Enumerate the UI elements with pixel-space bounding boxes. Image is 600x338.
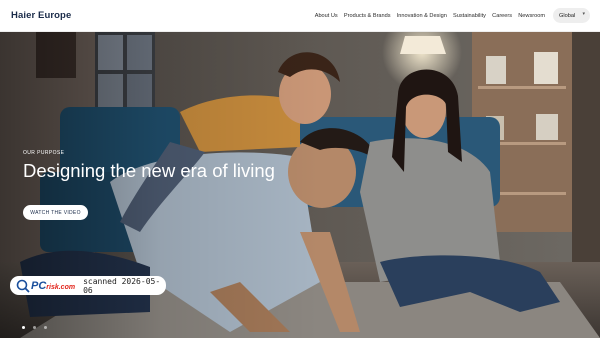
- nav-newsroom[interactable]: Newsroom: [518, 13, 545, 19]
- nav-about-us[interactable]: About Us: [315, 13, 338, 19]
- pcrisk-logo: PC risk.com: [16, 279, 75, 293]
- pcrisk-brand-pc: PC: [31, 279, 47, 292]
- magnifier-icon: [16, 279, 30, 293]
- nav-products-brands[interactable]: Products & Brands: [344, 13, 391, 19]
- scan-date-text: scanned 2026-05-06: [83, 276, 161, 295]
- region-label: Global: [559, 12, 576, 19]
- nav-careers[interactable]: Careers: [492, 13, 512, 19]
- nav-innovation-design[interactable]: Innovation & Design: [397, 13, 447, 19]
- carousel-indicators: [22, 326, 55, 329]
- haier-europe-logo[interactable]: Haier Europe: [11, 10, 71, 21]
- carousel-dot[interactable]: [44, 326, 47, 329]
- chevron-down-icon: ▾: [582, 11, 585, 17]
- hero-headline: Designing the new era of living: [23, 160, 275, 181]
- site-header: Haier Europe About Us Products & Brands …: [0, 0, 600, 32]
- region-selector[interactable]: Global ▾: [553, 8, 590, 23]
- hero-eyebrow: OUR PURPOSE: [23, 150, 65, 156]
- pcrisk-watermark: PC risk.com scanned 2026-05-06: [10, 276, 166, 295]
- hero-text-block: OUR PURPOSE Designing the new era of liv…: [23, 150, 283, 181]
- carousel-dot[interactable]: [22, 326, 25, 329]
- pcrisk-brand-risk: risk.com: [46, 283, 76, 291]
- main-nav: About Us Products & Brands Innovation & …: [315, 13, 545, 19]
- carousel-dot[interactable]: [33, 326, 36, 329]
- watch-video-button[interactable]: WATCH THE VIDEO: [23, 205, 88, 220]
- nav-sustainability[interactable]: Sustainability: [453, 13, 486, 19]
